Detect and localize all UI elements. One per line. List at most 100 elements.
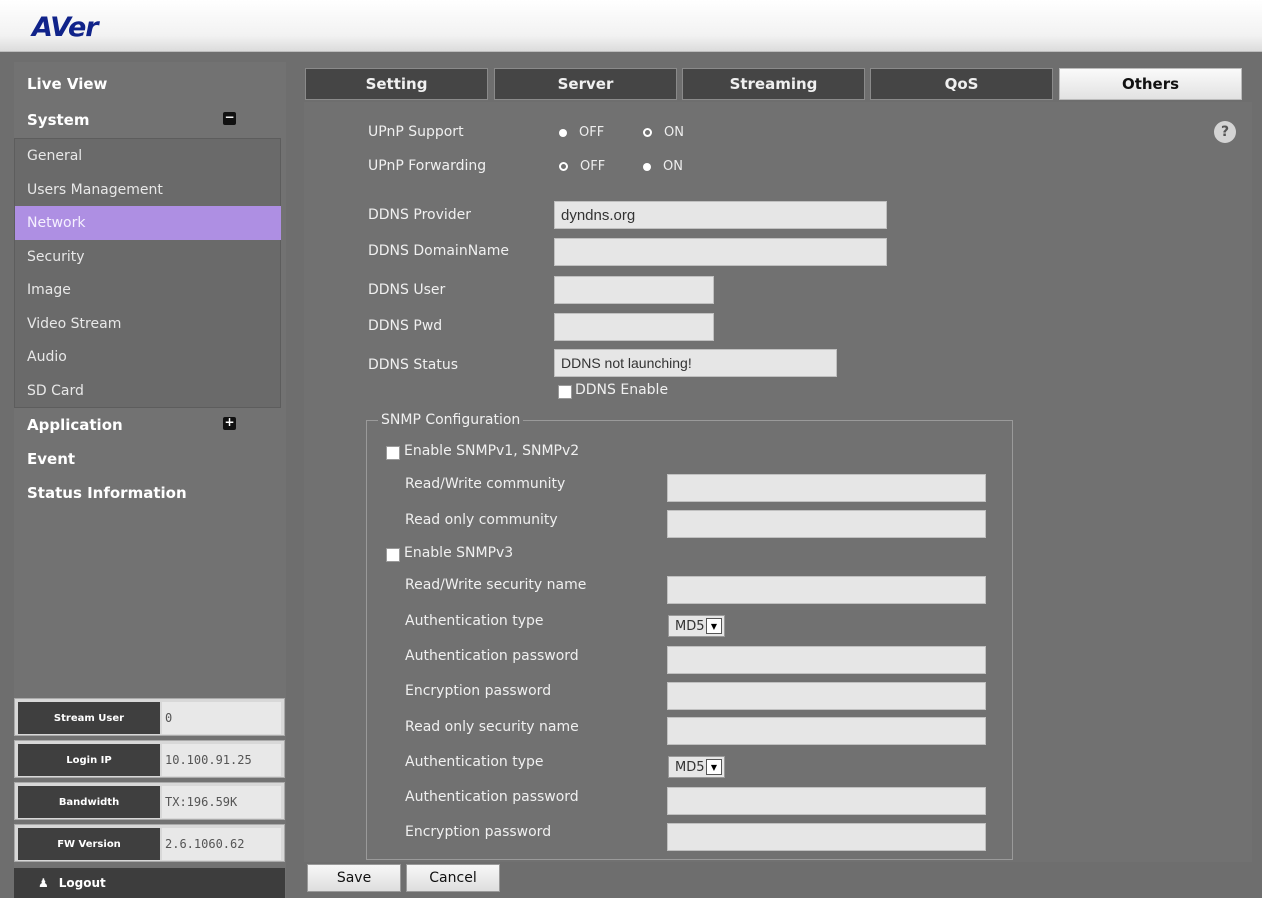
tab-others[interactable]: Others [1059,68,1242,100]
upnp-forwarding-off-radio[interactable]: OFF [559,159,605,174]
ro-security-input[interactable] [667,717,986,745]
top-banner: AVer [0,0,1262,52]
ddns-enable-checkbox[interactable] [558,385,572,399]
radio-label: ON [664,125,684,140]
tab-setting[interactable]: Setting [305,68,488,100]
rw-security-label: Read/Write security name [405,577,587,593]
user-icon: ♟ [38,876,49,890]
snmp-v3-label: Enable SNMPv3 [404,545,514,561]
nav-live-view[interactable]: Live View [14,68,286,100]
ddns-status-field: DDNS not launching! [554,349,837,377]
ddns-pwd-input[interactable] [554,313,714,341]
nav-label: Event [27,450,76,468]
logout-button[interactable]: ♟ Logout [14,868,285,898]
sidebar-item-network[interactable]: Network [15,206,281,240]
auth-password2-input[interactable] [667,787,986,815]
ro-community-input[interactable] [667,510,986,538]
ro-community-label: Read only community [405,512,558,528]
select-value: MD5 [675,618,705,634]
sidebar-item-sd-card[interactable]: SD Card [15,374,281,408]
snmp-v12-label: Enable SNMPv1, SNMPv2 [404,443,580,459]
ddns-domain-label: DDNS DomainName [368,243,509,259]
info-bandwidth: Bandwidth TX:196.59K [14,782,285,820]
ro-security-label: Read only security name [405,719,579,735]
enc-password-input[interactable] [667,682,986,710]
enc-password2-label: Encryption password [405,824,552,840]
snmp-v12-checkbox[interactable] [386,446,400,460]
upnp-forwarding-on-radio[interactable]: ON [643,159,683,174]
ddns-pwd-label: DDNS Pwd [368,318,443,334]
radio-selected-icon [643,162,651,171]
cancel-button[interactable]: Cancel [406,864,500,892]
radio-label: OFF [580,159,606,174]
nav-application[interactable]: Application + [14,409,286,441]
sidebar-item-video-stream[interactable]: Video Stream [15,307,281,341]
ddns-domain-input[interactable] [554,238,887,266]
nav-label: Application [27,416,123,434]
info-value: 2.6.1060.62 [162,828,281,860]
upnp-support-label: UPnP Support [368,124,464,140]
select-value: MD5 [675,759,705,775]
expand-icon[interactable]: + [223,416,236,430]
tab-qos[interactable]: QoS [870,68,1053,100]
auth-type-label: Authentication type [405,613,544,629]
upnp-support-on-radio[interactable]: ON [643,125,684,140]
sidebar-item-audio[interactable]: Audio [15,340,281,374]
radio-label: OFF [579,125,605,140]
sidebar-item-general[interactable]: General [15,139,281,173]
dropdown-arrow-icon: ▼ [706,618,722,634]
upnp-support-off-radio[interactable]: OFF [559,125,604,140]
enc-password2-input[interactable] [667,823,986,851]
info-login-ip: Login IP 10.100.91.25 [14,740,285,778]
info-value: TX:196.59K [162,786,281,818]
collapse-icon[interactable]: − [223,111,236,125]
auth-type-select[interactable]: MD5 ▼ [668,615,725,637]
system-submenu: General Users Management Network Securit… [14,138,281,408]
radio-label: ON [663,159,683,174]
sidebar-item-users-management[interactable]: Users Management [15,173,281,207]
ddns-enable-label: DDNS Enable [575,382,669,398]
info-fw-version: FW Version 2.6.1060.62 [14,824,285,862]
ddns-provider-input[interactable]: dyndns.org [554,201,887,229]
snmp-v3-checkbox[interactable] [386,548,400,562]
nav-system[interactable]: System − [14,104,286,136]
rw-security-input[interactable] [667,576,986,604]
info-value: 0 [162,702,281,734]
rw-community-label: Read/Write community [405,476,566,492]
sidebar-item-image[interactable]: Image [15,273,281,307]
nav-event[interactable]: Event [14,443,286,475]
auth-password-input[interactable] [667,646,986,674]
info-label: Stream User [18,702,160,734]
info-label: Bandwidth [18,786,160,818]
nav-status-information[interactable]: Status Information [14,477,286,509]
radio-selected-icon [559,128,567,137]
save-button[interactable]: Save [307,864,401,892]
rw-community-input[interactable] [667,474,986,502]
dropdown-arrow-icon: ▼ [706,759,722,775]
info-value: 10.100.91.25 [162,744,281,776]
nav-label: System [27,111,90,129]
info-stream-user: Stream User 0 [14,698,285,736]
tab-streaming[interactable]: Streaming [682,68,865,100]
ddns-user-label: DDNS User [368,282,446,298]
sidebar-item-security[interactable]: Security [15,240,281,274]
ddns-user-input[interactable] [554,276,714,304]
help-icon[interactable]: ? [1214,121,1236,143]
tab-server[interactable]: Server [494,68,677,100]
radio-unselected-icon [559,162,568,171]
radio-unselected-icon [643,128,652,137]
ddns-provider-label: DDNS Provider [368,207,472,223]
aver-logo: AVer [32,12,99,43]
upnp-forwarding-label: UPnP Forwarding [368,158,487,174]
ddns-status-label: DDNS Status [368,357,458,373]
info-label: Login IP [18,744,160,776]
auth-password2-label: Authentication password [405,789,579,805]
nav-label: Live View [27,75,108,93]
auth-type2-select[interactable]: MD5 ▼ [668,756,725,778]
logout-label: Logout [58,876,106,890]
enc-password-label: Encryption password [405,683,552,699]
snmp-legend: SNMP Configuration [378,412,524,428]
auth-type2-label: Authentication type [405,754,544,770]
info-label: FW Version [18,828,160,860]
nav-label: Status Information [27,484,187,502]
